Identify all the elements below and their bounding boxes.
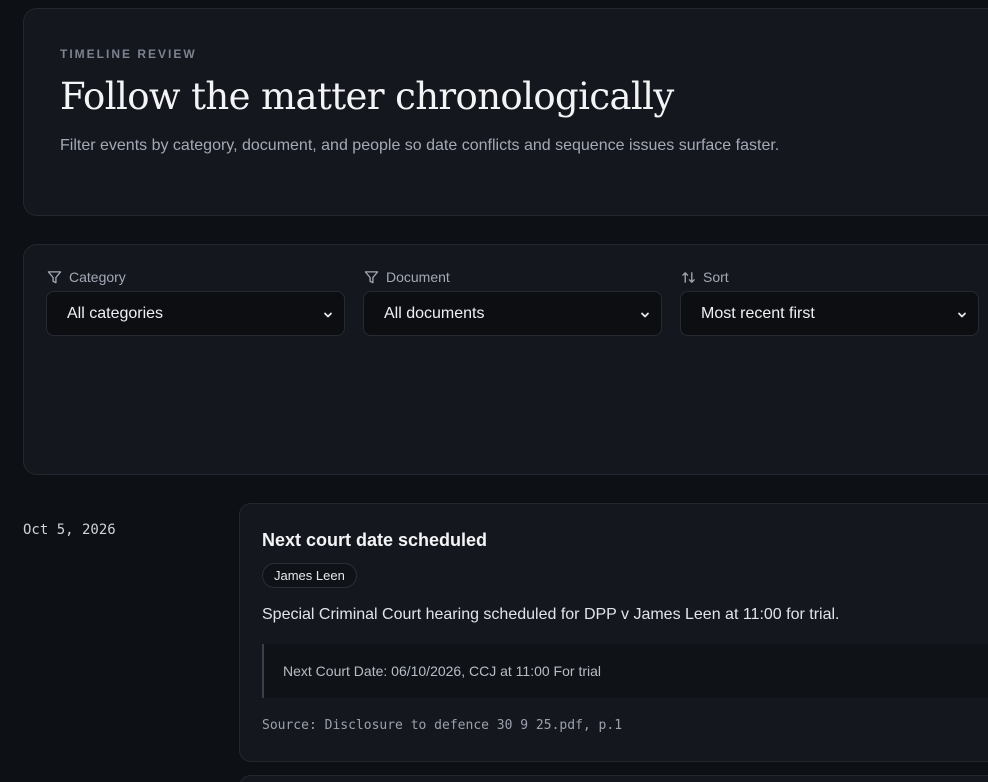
event-source: Source: Disclosure to defence 30 9 25.pd… [262,718,623,733]
event-excerpt: Next Court Date: 06/10/2026, CCJ at 11:0… [262,644,988,698]
next-event-card[interactable] [239,775,988,782]
document-select[interactable]: All documents [363,291,662,336]
filter-icon [47,270,62,285]
hero-card: TIMELINE REVIEW Follow the matter chrono… [23,8,988,216]
event-card[interactable]: Next court date scheduled James Leen Spe… [239,503,988,762]
sort-filter: Sort Most recent first [680,269,979,336]
event-excerpt-text: Next Court Date: 06/10/2026, CCJ at 11:0… [283,663,602,679]
sort-select[interactable]: Most recent first [680,291,979,336]
page-description: Filter events by category, document, and… [60,137,780,154]
page-title: Follow the matter chronologically [60,75,674,118]
sort-arrows-icon [681,270,696,285]
document-filter: Document All documents [363,269,662,336]
event-title: Next court date scheduled [262,530,488,550]
eyebrow: TIMELINE REVIEW [60,47,197,61]
chevron-down-icon [956,308,968,326]
filter-panel: Category All categories Document All doc… [23,244,988,475]
sort-label: Sort [681,269,979,285]
sort-select-value: Most recent first [701,304,815,322]
event-date: Oct 5, 2026 [23,522,116,538]
document-select-value: All documents [384,304,485,322]
filter-icon [364,270,379,285]
category-select-value: All categories [67,304,164,322]
chevron-down-icon [322,308,334,326]
document-label: Document [364,269,662,285]
event-description: Special Criminal Court hearing scheduled… [262,606,840,623]
timeline-review-page: TIMELINE REVIEW Follow the matter chrono… [0,0,988,782]
chevron-down-icon [639,308,651,326]
category-filter: Category All categories [46,269,345,336]
person-tag[interactable]: James Leen [262,563,357,588]
category-label: Category [47,269,345,285]
category-select[interactable]: All categories [46,291,345,336]
